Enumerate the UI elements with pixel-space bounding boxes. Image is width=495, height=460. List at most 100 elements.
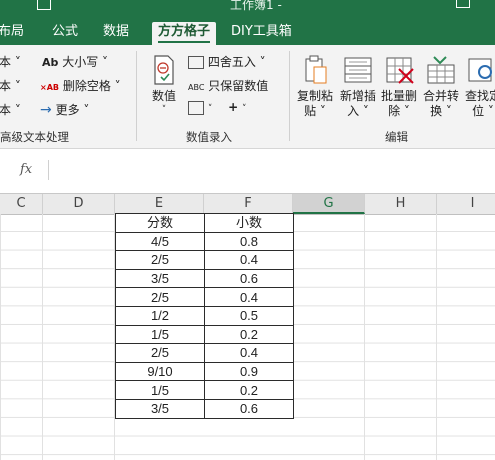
fraction-cell[interactable]: 9/10 — [115, 361, 205, 382]
grid-line — [42, 214, 43, 460]
group-separator — [289, 51, 290, 141]
header-decimal[interactable]: 小数 — [204, 213, 294, 233]
decimal-cell[interactable]: 0.6 — [204, 398, 294, 419]
batch-delete-label-2: 除 ˅ — [388, 104, 410, 118]
column-header-f[interactable]: F — [204, 194, 293, 214]
group-label-edit: 编辑 — [385, 130, 408, 144]
fraction-cell[interactable]: 3/5 — [115, 268, 205, 289]
title-bar: 工作簿1 - — [0, 0, 495, 18]
grid-line — [436, 214, 437, 460]
decimal-cell[interactable]: 0.6 — [204, 268, 294, 289]
more-label: 更多 ˅ — [55, 103, 90, 117]
clipboard-icon — [305, 55, 327, 84]
delete-space-button[interactable]: ×AB 删除空格 ˅ — [40, 77, 121, 94]
tab-fangfang[interactable]: 方方格子 — [152, 22, 217, 45]
insert-label-2: 入 ˅ — [347, 104, 369, 118]
insert-rows-icon — [344, 57, 372, 83]
plus-icon[interactable]: + — [228, 100, 238, 114]
header-fraction[interactable]: 分数 — [115, 213, 205, 233]
batch-delete-label: 批量删 — [380, 89, 417, 103]
column-header-i[interactable]: I — [437, 194, 495, 214]
merge-convert-icon — [427, 56, 455, 84]
arrow-right-icon: → — [40, 102, 52, 118]
fraction-table: 分数 小数 4/5 0.8 2/5 0.4 3/5 0.6 2/5 0.4 1/2 0.5 1/5 0… — [115, 213, 294, 419]
merge-convert-label: 合并转 — [422, 89, 459, 103]
keep-numeric-label: 只保留数值 — [208, 79, 269, 93]
fraction-cell[interactable]: 2/5 — [115, 343, 205, 363]
keep-numeric-button[interactable]: ABC 只保留数值 — [188, 77, 268, 94]
decimal-cell[interactable]: 0.2 — [204, 380, 294, 400]
decimal-cell[interactable]: 0.4 — [204, 250, 294, 270]
tab-data[interactable]: 数据 — [103, 22, 129, 45]
table-row: 1/5 0.2 — [115, 324, 294, 345]
column-header-e[interactable]: E — [115, 194, 204, 214]
round-button[interactable]: 四舍五入 ˅ — [188, 53, 266, 70]
text-option-1[interactable]: 本 ˅ — [0, 53, 21, 70]
table-row: 2/5 0.4 — [115, 343, 294, 363]
tab-diy-toolbox[interactable]: DIY工具箱 — [231, 22, 292, 45]
delete-space-label: 删除空格 ˅ — [62, 79, 121, 93]
round-label: 四舍五入 ˅ — [207, 55, 266, 69]
merge-convert-label-2: 换 ˅ — [430, 104, 452, 118]
group-label-text: 高级文本处理 — [0, 130, 69, 144]
more-button[interactable]: → 更多 ˅ — [40, 101, 89, 118]
dropdown-icon[interactable]: ˅ — [242, 104, 247, 114]
table-row: 2/5 0.4 — [115, 250, 294, 270]
restore-icon[interactable] — [456, 0, 470, 8]
numeric-dropdown-icon: ˅ — [161, 105, 167, 115]
numeric-label: 数值 — [151, 89, 176, 103]
column-header-h[interactable]: H — [365, 194, 437, 214]
copy-paste-label: 复制粘 — [296, 89, 333, 103]
decimal-cell[interactable]: 0.2 — [204, 324, 294, 345]
table-row: 1/2 0.5 — [115, 305, 294, 326]
table-row: 9/10 0.9 — [115, 361, 294, 382]
numeric-tools-row: ˅ + ˅ — [188, 100, 247, 115]
fraction-cell[interactable]: 2/5 — [115, 287, 205, 307]
copy-paste-label-2: 贴 ˅ — [304, 104, 326, 118]
edit-number-icon[interactable] — [188, 100, 204, 115]
table-row: 1/5 0.2 — [115, 380, 294, 400]
batch-delete-icon — [386, 57, 414, 84]
keep-numeric-icon: ABC — [188, 83, 205, 92]
round-icon — [188, 56, 204, 69]
find-icon — [468, 58, 492, 82]
group-separator — [136, 51, 137, 141]
group-label-numeric: 数值录入 — [186, 130, 232, 144]
decimal-cell[interactable]: 0.4 — [204, 343, 294, 363]
fraction-cell[interactable]: 3/5 — [115, 398, 205, 419]
table-row: 3/5 0.6 — [115, 268, 294, 289]
find-locate-label-2: 位 ˅ — [472, 104, 494, 118]
text-option-2[interactable]: 本 ˅ — [0, 77, 21, 94]
column-header-g[interactable]: G — [293, 194, 365, 214]
table-header-row: 分数 小数 — [115, 213, 294, 233]
dropdown-icon[interactable]: ˅ — [208, 104, 213, 114]
decimal-cell[interactable]: 0.8 — [204, 231, 294, 252]
decimal-cell[interactable]: 0.5 — [204, 305, 294, 326]
delete-space-icon: ×AB — [40, 83, 59, 92]
column-header-c[interactable]: C — [0, 194, 43, 214]
tab-formulas[interactable]: 公式 — [52, 22, 78, 45]
fraction-cell[interactable]: 1/5 — [115, 324, 205, 345]
numeric-icon — [154, 55, 174, 85]
formula-bar: fx — [0, 156, 495, 184]
save-icon[interactable] — [37, 0, 51, 10]
fraction-cell[interactable]: 1/2 — [115, 305, 205, 326]
insert-label: 新增插 — [339, 89, 376, 103]
fx-icon[interactable]: fx — [20, 162, 32, 177]
formula-input[interactable] — [52, 158, 495, 182]
ribbon-tabs: 布局 公式 数据 方方格子 DIY工具箱 — [0, 18, 495, 45]
column-headers: C D E F G H I — [0, 193, 495, 215]
fraction-cell[interactable]: 1/5 — [115, 380, 205, 400]
window-title: 工作簿1 - — [230, 0, 282, 12]
fraction-cell[interactable]: 2/5 — [115, 250, 205, 270]
column-header-d[interactable]: D — [43, 194, 115, 214]
case-icon: Ab — [42, 56, 59, 69]
text-option-3[interactable]: 本 ˅ — [0, 101, 21, 118]
decimal-cell[interactable]: 0.9 — [204, 361, 294, 382]
decimal-cell[interactable]: 0.4 — [204, 287, 294, 307]
case-button[interactable]: Ab 大小写 ˅ — [42, 53, 108, 70]
table-row: 2/5 0.4 — [115, 287, 294, 307]
fraction-cell[interactable]: 4/5 — [115, 231, 205, 252]
tab-layout[interactable]: 布局 — [0, 22, 24, 45]
find-locate-label: 查找定 — [464, 89, 495, 103]
